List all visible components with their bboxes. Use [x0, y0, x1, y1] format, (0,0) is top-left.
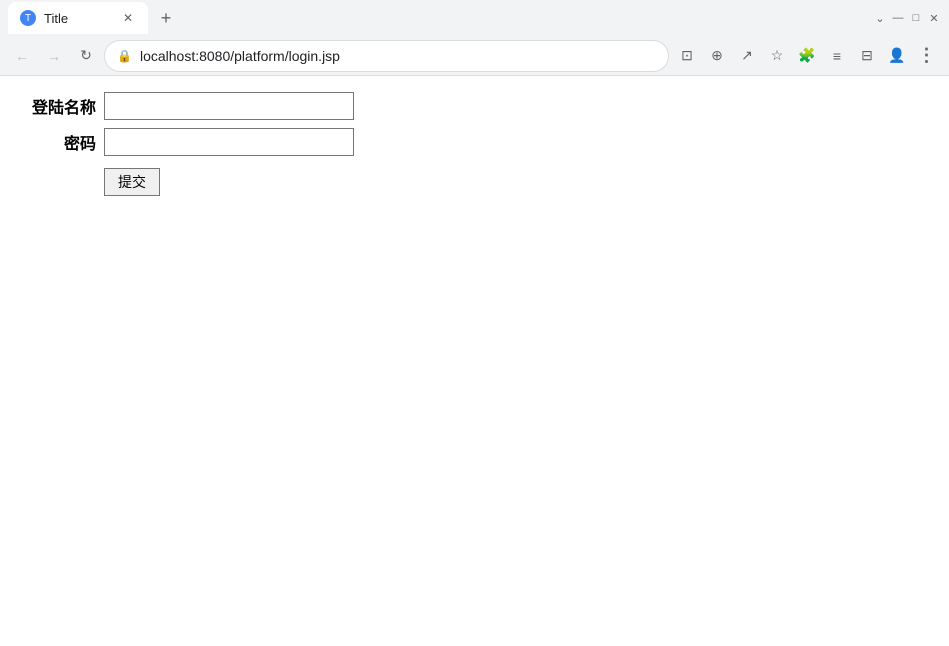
- chevron-down-icon[interactable]: ⌄: [873, 11, 887, 25]
- username-row: 登陆名称: [16, 92, 933, 120]
- url-text: localhost:8080/platform/login.jsp: [140, 48, 656, 64]
- password-row: 密码: [16, 128, 933, 156]
- url-bar[interactable]: 🔒 localhost:8080/platform/login.jsp: [104, 40, 669, 72]
- three-dots-icon: ⋮: [918, 45, 937, 66]
- close-button[interactable]: ✕: [927, 11, 941, 25]
- profile-icon[interactable]: 👤: [883, 42, 911, 70]
- tab-title: Title: [44, 11, 112, 26]
- extensions-icon[interactable]: 🧩: [793, 42, 821, 70]
- screenshot-icon[interactable]: ⊡: [673, 42, 701, 70]
- star-icon[interactable]: ☆: [763, 42, 791, 70]
- login-form: 登陆名称 密码 提交: [16, 92, 933, 196]
- minimize-button[interactable]: —: [891, 11, 905, 25]
- page-content: 登陆名称 密码 提交: [0, 76, 949, 646]
- split-view-icon[interactable]: ⊟: [853, 42, 881, 70]
- forward-button[interactable]: →: [40, 42, 68, 70]
- new-tab-button[interactable]: +: [152, 4, 180, 32]
- reading-list-icon[interactable]: ≡: [823, 42, 851, 70]
- tab-favicon: T: [20, 10, 36, 26]
- toolbar-right: ⊡ ⊕ ↗ ☆ 🧩 ≡ ⊟ 👤 ⋮: [673, 42, 941, 70]
- title-bar: T Title ✕ + ⌄ — □ ✕: [0, 0, 949, 36]
- more-options-button[interactable]: ⋮: [913, 42, 941, 70]
- password-label: 密码: [16, 130, 96, 154]
- window-controls: ⌄ — □ ✕: [873, 11, 941, 25]
- browser-tab[interactable]: T Title ✕: [8, 2, 148, 34]
- maximize-button[interactable]: □: [909, 11, 923, 25]
- submit-button[interactable]: 提交: [104, 168, 160, 196]
- browser-chrome: T Title ✕ + ⌄ — □ ✕ ← → ↻ 🔒 localhost:80…: [0, 0, 949, 76]
- submit-row: 提交: [16, 164, 933, 196]
- share-icon[interactable]: ↗: [733, 42, 761, 70]
- username-label: 登陆名称: [16, 94, 96, 118]
- back-button[interactable]: ←: [8, 42, 36, 70]
- lock-icon: 🔒: [117, 49, 132, 63]
- zoom-icon[interactable]: ⊕: [703, 42, 731, 70]
- address-bar: ← → ↻ 🔒 localhost:8080/platform/login.js…: [0, 36, 949, 76]
- password-input[interactable]: [104, 128, 354, 156]
- reload-button[interactable]: ↻: [72, 42, 100, 70]
- tab-close-button[interactable]: ✕: [120, 10, 136, 26]
- title-bar-left: T Title ✕ +: [8, 2, 180, 34]
- username-input[interactable]: [104, 92, 354, 120]
